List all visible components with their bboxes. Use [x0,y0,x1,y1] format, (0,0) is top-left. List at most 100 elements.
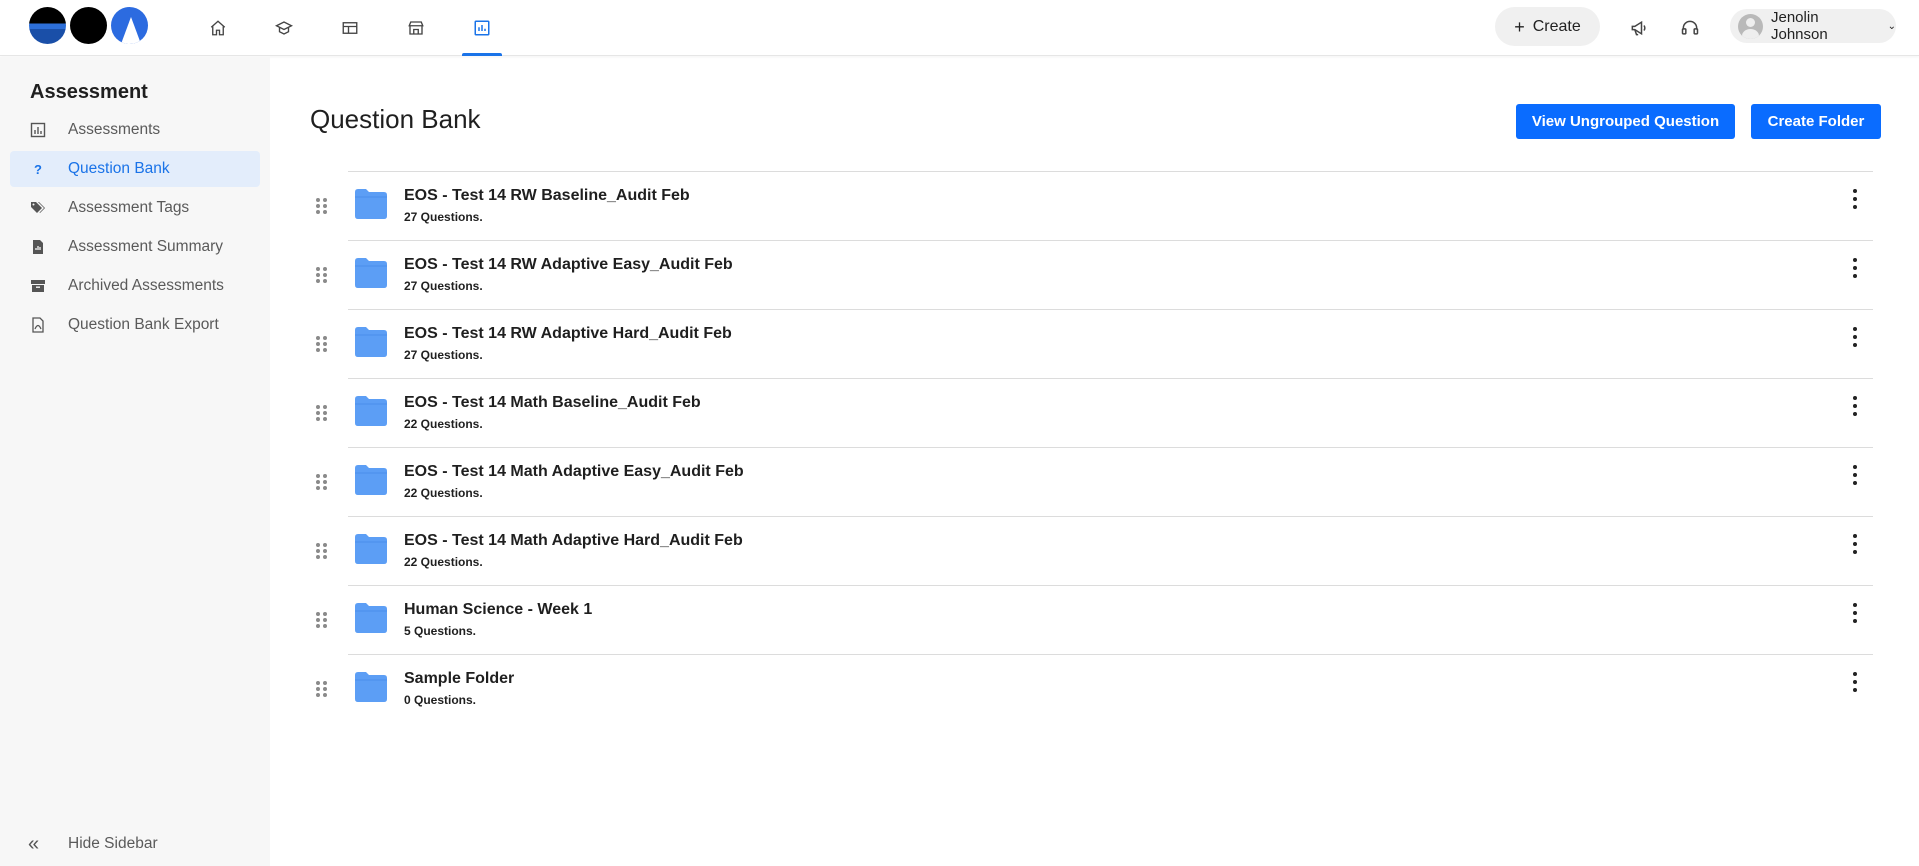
folder-row[interactable]: EOS - Test 14 RW Adaptive Hard_Audit Feb… [316,309,1873,378]
drag-handle-icon[interactable] [316,196,330,216]
drag-handle-icon[interactable] [316,610,330,630]
folder-icon [355,603,387,633]
folder-question-count: 22 Questions. [404,555,483,569]
nav-store[interactable] [396,0,436,56]
sidebar-item-label: Question Bank Export [68,316,219,333]
folder-icon [355,327,387,357]
folder-name[interactable]: Sample Folder [404,670,514,688]
folder-icon [355,396,387,426]
user-name: Jenolin Johnson [1771,9,1828,43]
drag-handle-icon[interactable] [316,679,330,699]
question-mark-icon: ? [34,161,42,177]
create-folder-button[interactable]: Create Folder [1751,104,1881,139]
double-chevron-left-icon: « [28,832,40,855]
sidebar-item-label: Archived Assessments [68,277,224,294]
folder-row[interactable]: Sample Folder 0 Questions. [316,654,1873,723]
support-button[interactable] [1675,13,1705,43]
page-title: Question Bank [310,104,481,134]
folder-question-count: 27 Questions. [404,210,483,224]
drag-handle-icon[interactable] [316,472,330,492]
sidebar-item-label: Assessment Summary [68,238,224,255]
more-options-icon[interactable] [1847,532,1863,556]
drag-handle-icon[interactable] [316,541,330,561]
graduation-cap-icon [275,21,293,35]
bar-chart-icon [28,120,48,140]
folder-question-count: 22 Questions. [404,417,483,431]
logo-circle-middle [70,7,107,44]
sidebar-item-label: Assessment Tags [68,199,190,216]
sidebar-item-assessments[interactable]: Assessments [10,112,260,148]
sidebar-item-question-bank-export[interactable]: Question Bank Export [10,307,260,343]
folder-question-count: 27 Questions. [404,279,483,293]
logo-circle-left [29,7,66,44]
folder-name[interactable]: EOS - Test 14 RW Adaptive Hard_Audit Feb [404,325,732,343]
folder-name[interactable]: Human Science - Week 1 [404,601,592,619]
folder-row[interactable]: EOS - Test 14 Math Adaptive Hard_Audit F… [316,516,1873,585]
folder-name[interactable]: EOS - Test 14 Math Adaptive Easy_Audit F… [404,463,744,481]
summary-document-icon [28,237,48,257]
drag-handle-icon[interactable] [316,265,330,285]
store-icon [408,21,424,35]
nav-assessment[interactable] [462,0,502,56]
sidebar-item-label: Assessments [68,121,161,138]
folder-name[interactable]: EOS - Test 14 RW Baseline_Audit Feb [404,187,690,205]
folder-name[interactable]: EOS - Test 14 RW Adaptive Easy_Audit Feb [404,256,733,274]
nav-layout[interactable] [330,0,370,56]
layout-icon [342,22,358,34]
sidebar-item-assessment-summary[interactable]: Assessment Summary [10,229,260,265]
headset-icon [1681,20,1699,35]
top-navigation-bar: + Create Jenolin Johnson ⌄ [0,0,1919,56]
home-icon [210,20,226,36]
view-ungrouped-question-button[interactable]: View Ungrouped Question [1516,104,1735,139]
pdf-file-icon [28,315,48,335]
folder-row[interactable]: EOS - Test 14 RW Adaptive Easy_Audit Feb… [316,240,1873,309]
user-menu[interactable]: Jenolin Johnson ⌄ [1730,9,1896,43]
brand-logo[interactable] [29,7,150,44]
sidebar-item-label: Question Bank [68,160,170,177]
more-options-icon[interactable] [1847,394,1863,418]
plus-icon: + [1514,16,1525,37]
folder-question-count: 22 Questions. [404,486,483,500]
folder-question-count: 5 Questions. [404,624,477,638]
drag-handle-icon[interactable] [316,403,330,423]
folder-row[interactable]: EOS - Test 14 Math Baseline_Audit Feb 22… [316,378,1873,447]
logo-circle-right [111,7,148,44]
avatar [1738,13,1763,39]
folder-row[interactable]: EOS - Test 14 RW Baseline_Audit Feb 27 Q… [316,171,1873,240]
nav-home[interactable] [198,0,238,56]
folder-icon [355,672,387,702]
megaphone-icon [1631,20,1646,36]
more-options-icon[interactable] [1847,325,1863,349]
folder-row[interactable]: Human Science - Week 1 5 Questions. [316,585,1873,654]
more-options-icon[interactable] [1847,187,1863,211]
create-button[interactable]: + Create [1495,7,1600,46]
assessment-chart-icon [474,20,490,36]
chevron-down-icon: ⌄ [1887,20,1896,32]
folder-icon [355,534,387,564]
folder-row[interactable]: EOS - Test 14 Math Adaptive Easy_Audit F… [316,447,1873,516]
folder-icon [355,465,387,495]
nav-courses[interactable] [264,0,304,56]
sidebar-title: Assessment [30,81,148,103]
create-button-label: Create [1532,17,1581,35]
folder-icon [355,189,387,219]
folder-name[interactable]: EOS - Test 14 Math Baseline_Audit Feb [404,394,701,412]
more-options-icon[interactable] [1847,256,1863,280]
more-options-icon[interactable] [1847,463,1863,487]
folder-list: EOS - Test 14 RW Baseline_Audit Feb 27 Q… [310,171,1873,723]
tags-icon [28,198,48,218]
hide-sidebar-label: Hide Sidebar [68,835,158,852]
more-options-icon[interactable] [1847,601,1863,625]
folder-icon [355,258,387,288]
announcements-button[interactable] [1624,13,1654,43]
sidebar-item-question-bank[interactable]: ? Question Bank [10,151,260,187]
sidebar-item-assessment-tags[interactable]: Assessment Tags [10,190,260,226]
more-options-icon[interactable] [1847,670,1863,694]
hide-sidebar-button[interactable]: « Hide Sidebar [10,829,158,859]
archive-box-icon [28,276,48,296]
sidebar-item-archived-assessments[interactable]: Archived Assessments [10,268,260,304]
folder-name[interactable]: EOS - Test 14 Math Adaptive Hard_Audit F… [404,532,743,550]
folder-question-count: 0 Questions. [404,693,477,707]
folder-question-count: 27 Questions. [404,348,483,362]
drag-handle-icon[interactable] [316,334,330,354]
